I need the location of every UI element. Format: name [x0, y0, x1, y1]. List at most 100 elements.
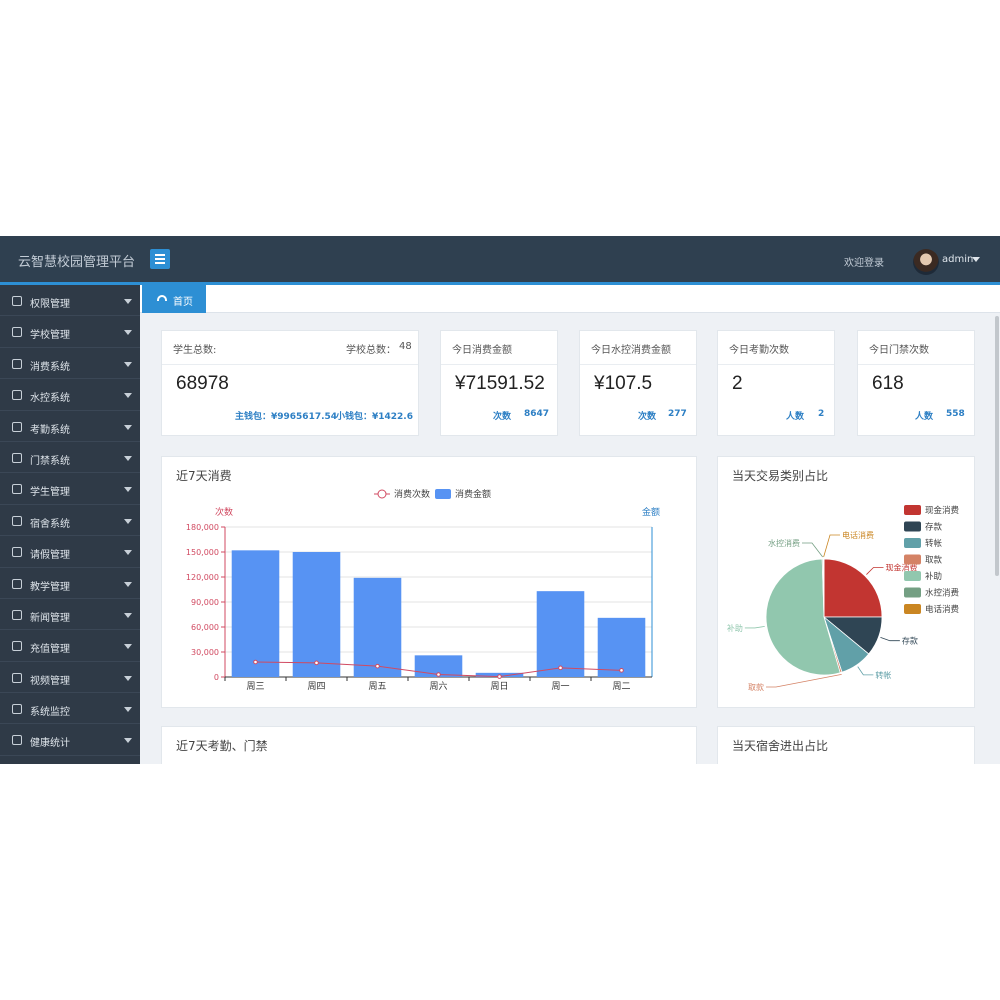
bar-0 — [231, 550, 280, 677]
sidebar-item-0[interactable]: 权限管理 — [0, 285, 140, 317]
dashboard-icon — [157, 295, 167, 301]
stat-value: ¥71591.52 — [455, 373, 545, 394]
pie-legend-swatch — [904, 521, 921, 532]
y-tick-label: 0 — [214, 673, 219, 682]
count-value[interactable]: 277 — [668, 409, 687, 419]
sidebar-item-12[interactable]: 视频管理 — [0, 662, 140, 694]
chevron-down-icon — [124, 518, 132, 524]
sidebar-item-label: 权限管理 — [30, 299, 70, 310]
count-label[interactable]: 次数 — [638, 409, 656, 422]
pie-label-line — [802, 542, 823, 558]
sidebar-item-10[interactable]: 新闻管理 — [0, 599, 140, 631]
people-value[interactable]: 558 — [946, 409, 965, 419]
video-icon — [12, 672, 22, 683]
people-label[interactable]: 人数 — [915, 409, 933, 422]
main-wallet-link[interactable]: 主钱包：¥9965617.54 — [235, 409, 337, 422]
chevron-down-icon — [124, 299, 132, 304]
x-tick-label: 周三 — [246, 681, 264, 692]
x-tick-label: 周日 — [490, 681, 508, 692]
attendance-icon — [12, 421, 22, 432]
users-icon — [12, 484, 22, 495]
calendar-icon — [12, 547, 22, 558]
sidebar-item-label: 宿舍系统 — [30, 518, 70, 530]
transaction-pie-chart: 现金消费存款转帐取款补助水控消费电话消费现金消费存款转帐取款补助水控消费电话消费 — [727, 505, 960, 692]
chevron-down-icon[interactable] — [972, 257, 980, 262]
line-point-2 — [375, 663, 380, 669]
people-label[interactable]: 人数 — [786, 409, 804, 422]
sidebar-item-11[interactable]: 充值管理 — [0, 630, 140, 662]
book-icon — [12, 327, 22, 338]
dashboard-content: 学生总数: 学校总数： 48 68978 主钱包：¥9965617.54 小钱包… — [140, 314, 1000, 764]
tab-home[interactable]: 首页 — [142, 285, 206, 313]
door-icon — [12, 452, 22, 463]
sidebar-item-label: 健康统计 — [30, 738, 70, 750]
panel-title: 近7天考勤、门禁 — [176, 739, 268, 753]
tab-bar: 首页 — [140, 285, 1000, 313]
stat-value: 618 — [872, 373, 904, 394]
chevron-down-icon — [124, 487, 132, 493]
stat-value: ¥107.5 — [594, 373, 653, 394]
sidebar-item-label: 请假管理 — [30, 550, 70, 562]
stat-card-gate: 今日门禁次数 618 人数 558 — [857, 330, 975, 436]
stat-card-attendance: 今日考勤次数 2 人数 2 — [717, 330, 835, 436]
count-label[interactable]: 次数 — [493, 409, 511, 422]
avatar[interactable] — [913, 249, 939, 275]
building-icon — [12, 515, 22, 526]
sidebar-item-7[interactable]: 宿舍系统 — [0, 505, 140, 537]
sidebar-item-9[interactable]: 教学管理 — [0, 568, 140, 599]
health-icon — [12, 735, 22, 746]
pie-legend-label: 补助 — [925, 571, 942, 582]
pie-label-line — [857, 666, 874, 676]
hamburger-icon — [155, 254, 165, 256]
sidebar-item-8[interactable]: 请假管理 — [0, 536, 140, 568]
panel-dorm-pie: 当天宿舍进出占比 — [717, 726, 975, 764]
line-point-0 — [253, 659, 258, 665]
right-axis-label: 金额 — [642, 506, 660, 518]
count-value[interactable]: 8647 — [524, 409, 549, 419]
app-window: 云智慧校园管理平台 欢迎登录 admin 权限管理 学校管理 消费系统 水控系统 考勤系… — [0, 236, 1000, 764]
sidebar-item-13[interactable]: 系统监控 — [0, 693, 140, 725]
y-tick-label: 60,000 — [191, 623, 219, 632]
sidebar-item-1[interactable]: 学校管理 — [0, 316, 140, 348]
stat-value: 2 — [732, 373, 743, 394]
pie-legend-swatch — [904, 587, 921, 598]
pie-label: 电话消费 — [842, 530, 874, 540]
people-value[interactable]: 2 — [818, 409, 824, 419]
sidebar-item-14[interactable]: 健康统计 — [0, 724, 140, 756]
stat-title: 今日门禁次数 — [869, 345, 929, 356]
sidebar-item-2[interactable]: 消费系统 — [0, 348, 140, 380]
stat-title: 今日水控消费金额 — [591, 345, 671, 356]
sidebar-item-3[interactable]: 水控系统 — [0, 379, 140, 411]
sidebar-item-label: 新闻管理 — [30, 612, 70, 624]
left-axis-label: 次数 — [215, 506, 233, 518]
pie-label: 水控消费 — [768, 538, 800, 548]
user-menu[interactable]: admin — [942, 254, 973, 265]
sidebar-item-label: 视频管理 — [30, 675, 70, 687]
sidebar-item-label: 水控系统 — [30, 393, 70, 405]
line-point-4 — [497, 674, 502, 679]
stat-title: 今日消费金额 — [452, 345, 512, 356]
chevron-down-icon — [124, 550, 132, 556]
menu-toggle-button[interactable] — [150, 249, 170, 269]
x-tick-label: 周四 — [307, 681, 325, 692]
small-wallet-link[interactable]: 小钱包：¥1422.6 — [336, 409, 413, 422]
pie-legend-label: 存款 — [925, 522, 943, 533]
sidebar-item-5[interactable]: 门禁系统 — [0, 442, 140, 474]
stat-card-consume: 今日消费金额 ¥71591.52 次数 8647 — [440, 330, 558, 436]
content-scrollbar[interactable] — [995, 316, 999, 576]
pie-label-line — [744, 625, 765, 629]
sidebar-item-4[interactable]: 考勤系统 — [0, 411, 140, 442]
panel-consume-7days: 近7天消费 消费次数 消费金额 次数 金额 0 30,000 60,000 90,000 120… — [161, 456, 697, 708]
sidebar: 权限管理学校管理 消费系统水控系统考勤系统 门禁系统 学生管理宿舍系统请假管理教学管理… — [0, 285, 140, 764]
sidebar-item-6[interactable]: 学生管理 — [0, 473, 140, 505]
pie-label: 转帐 — [875, 670, 891, 680]
chevron-down-icon — [124, 675, 132, 681]
pie-legend-swatch — [904, 604, 921, 614]
pie-label-line — [823, 534, 840, 558]
tab-label: 首页 — [173, 297, 193, 308]
x-tick-label: 周二 — [612, 681, 630, 692]
receipt-icon — [12, 358, 22, 369]
pie-legend-swatch — [904, 554, 921, 565]
chevron-down-icon — [124, 455, 132, 461]
panel-transaction-pie: 当天交易类别占比 现金消费 存款 转帐 取款 补助 水控消费 电话消费 现金消费 存款 转帐 取款补… — [717, 456, 975, 708]
